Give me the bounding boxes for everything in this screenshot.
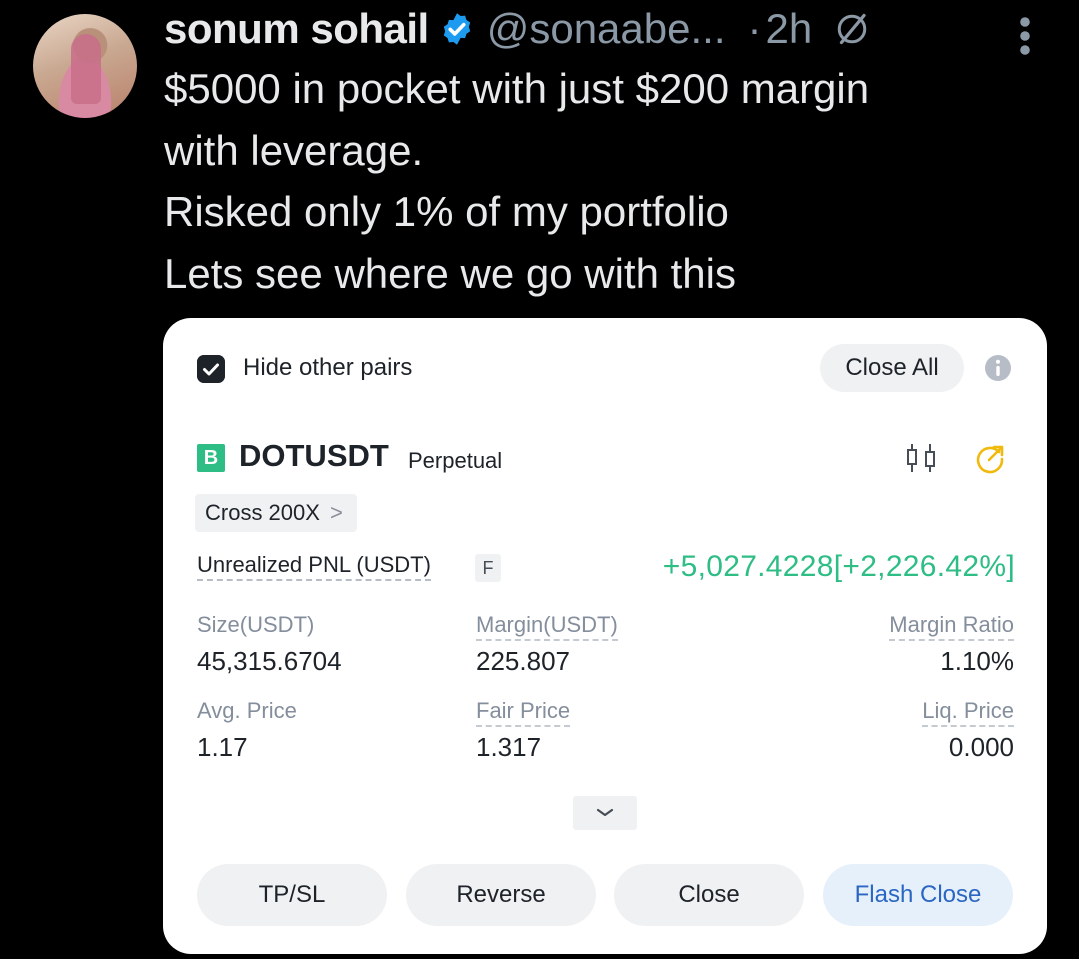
tweet-header: sonum sohail @sonaabe... · 2h bbox=[164, 4, 870, 54]
chevron-down-icon bbox=[596, 808, 614, 817]
reverse-button[interactable]: Reverse bbox=[406, 864, 596, 926]
author-name[interactable]: sonum sohail bbox=[164, 5, 429, 53]
info-icon[interactable] bbox=[984, 354, 1012, 382]
more-icon[interactable] bbox=[1018, 16, 1032, 56]
checkbox-checked-icon[interactable] bbox=[197, 355, 225, 383]
fair-price-value: 1.317 bbox=[476, 732, 542, 762]
grok-icon[interactable] bbox=[834, 11, 870, 47]
fair-price-label[interactable]: Fair Price bbox=[476, 698, 571, 727]
position-card-image[interactable]: Hide other pairs Close All B DOTUSDT Per… bbox=[163, 318, 1047, 954]
share-icon[interactable] bbox=[973, 442, 1007, 476]
tweet-time[interactable]: 2h bbox=[766, 5, 813, 53]
close-all-button[interactable]: Close All bbox=[820, 344, 964, 392]
liq-price-label[interactable]: Liq. Price bbox=[922, 698, 1014, 727]
avg-price-label: Avg. Price bbox=[197, 698, 297, 723]
liq-price-value: 0.000 bbox=[948, 732, 1014, 762]
tweet-text: $5000 in pocket with just $200 margin wi… bbox=[164, 58, 1064, 304]
margin-value: 225.807 bbox=[476, 646, 570, 676]
contract-type: Perpetual bbox=[408, 448, 503, 473]
size-label: Size(USDT) bbox=[197, 612, 315, 637]
avg-price-value: 1.17 bbox=[197, 732, 248, 762]
verified-badge-icon bbox=[443, 13, 470, 45]
margin-ratio-label[interactable]: Margin Ratio bbox=[889, 612, 1014, 641]
tweet-line: with leverage. bbox=[164, 126, 424, 174]
margin-ratio-value: 1.10% bbox=[940, 646, 1014, 676]
unrealized-pnl-label[interactable]: Unrealized PNL (USDT) bbox=[197, 552, 431, 581]
candlestick-icon[interactable] bbox=[903, 440, 939, 476]
side-badge: B bbox=[197, 444, 225, 472]
close-button[interactable]: Close bbox=[614, 864, 804, 926]
separator-dot: · bbox=[747, 5, 762, 52]
margin-mode-button[interactable]: Cross 200X > bbox=[195, 494, 357, 532]
chevron-right-icon: > bbox=[329, 500, 343, 525]
hide-other-pairs-label[interactable]: Hide other pairs bbox=[243, 354, 412, 382]
pnl-badge: F bbox=[475, 554, 501, 582]
tweet-line: Risked only 1% of my portfolio bbox=[164, 188, 729, 235]
avatar[interactable] bbox=[33, 14, 137, 118]
size-value: 45,315.6704 bbox=[197, 646, 342, 676]
flash-close-button[interactable]: Flash Close bbox=[823, 864, 1013, 926]
symbol[interactable]: DOTUSDT bbox=[239, 438, 389, 474]
tweet-line: $5000 in pocket with just $200 margin bbox=[164, 65, 870, 112]
margin-label[interactable]: Margin(USDT) bbox=[476, 612, 618, 641]
author-handle[interactable]: @sonaabe... bbox=[487, 5, 726, 53]
unrealized-pnl-value: +5,027.4228[+2,226.42%] bbox=[662, 550, 1015, 583]
tweet-line: Lets see where we go with this bbox=[164, 249, 736, 297]
margin-mode-label: Cross 200X bbox=[205, 500, 320, 525]
tpsl-button[interactable]: TP/SL bbox=[197, 864, 387, 926]
expand-button[interactable] bbox=[573, 796, 637, 830]
